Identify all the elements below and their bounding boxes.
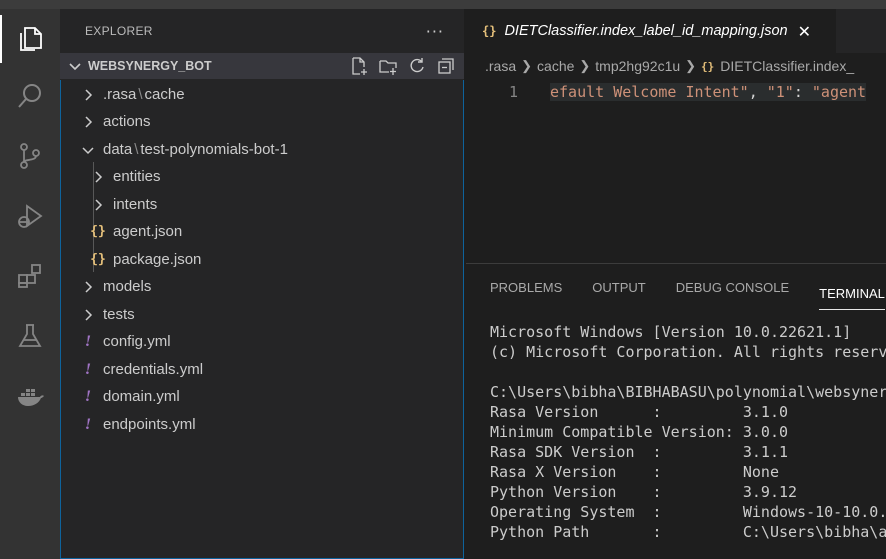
chevron-right-icon (79, 280, 97, 293)
tree-item-label: agent.json (113, 223, 183, 240)
tree-item-domain-yml[interactable]: ! domain.yml (61, 383, 463, 410)
explorer-title: EXPLORER (85, 24, 153, 38)
chevron-right-icon (79, 115, 97, 128)
yaml-file-icon: ! (84, 360, 92, 378)
tab-debug-console[interactable]: DEBUG CONSOLE (676, 264, 789, 310)
terminal-line: Rasa X Version : None (490, 463, 779, 481)
tab-label: DIETClassifier.index_label_id_mapping.js… (504, 23, 788, 39)
tree-item-data-folder[interactable]: data \ test-polynomials-bot-1 (61, 136, 463, 163)
terminal-line: Python Version : 3.9.12 (490, 483, 798, 501)
tree-item-label: models (103, 278, 152, 295)
folder-actions (349, 56, 464, 76)
workspace-folder-name: WEBSYNERGY_BOT (88, 59, 212, 73)
breadcrumb-item[interactable]: DIETClassifier.index_ (720, 58, 854, 74)
tree-item-endpoints-yml[interactable]: ! endpoints.yml (61, 411, 463, 438)
explorer-sidebar: EXPLORER ··· WEBSYNERGY_BOT .rasa \ cach… (60, 9, 465, 559)
json-file-icon: {} (701, 59, 715, 73)
breadcrumb-item[interactable]: tmp2hg92c1u (595, 58, 680, 74)
tree-item-label: domain.yml (103, 388, 180, 405)
json-file-icon: {} (482, 24, 497, 38)
tab-terminal[interactable]: TERMINAL (819, 276, 885, 310)
tree-item-config-yml[interactable]: ! config.yml (61, 328, 463, 355)
editor-tab-active[interactable]: {} DIETClassifier.index_label_id_mapping… (466, 9, 836, 53)
tree-item-label: .rasa \ cache (103, 86, 185, 103)
chevron-right-icon (89, 198, 107, 211)
tab-problems[interactable]: PROBLEMS (490, 264, 562, 310)
chevron-down-icon (79, 144, 97, 156)
new-file-icon[interactable] (349, 56, 369, 76)
new-folder-icon[interactable] (378, 56, 398, 76)
breadcrumb-item[interactable]: cache (537, 58, 574, 74)
terminal-line: Operating System : Windows-10-10.0. (490, 503, 886, 521)
json-file-icon: {} (90, 224, 106, 239)
chevron-right-icon: ❯ (685, 58, 697, 73)
json-file-icon: {} (90, 252, 106, 267)
terminal-line: Rasa SDK Version : 3.1.1 (490, 443, 789, 461)
search-icon[interactable] (0, 72, 60, 120)
collapse-all-icon[interactable] (436, 56, 456, 76)
more-actions-icon[interactable]: ··· (426, 22, 444, 41)
breadcrumb: .rasa ❯ cache ❯ tmp2hg92c1u ❯ {} DIETCla… (466, 53, 886, 79)
tree-item-label: entities (113, 168, 161, 185)
tree-item-label: actions (103, 113, 151, 130)
breadcrumb-item[interactable]: .rasa (485, 58, 516, 74)
tree-item-package-json[interactable]: {} package.json (61, 246, 463, 273)
tree-item-label: package.json (113, 251, 202, 268)
chevron-down-icon (66, 59, 84, 73)
tree-item-tests[interactable]: tests (61, 301, 463, 328)
yaml-file-icon: ! (84, 332, 92, 350)
tree-item-label: credentials.yml (103, 361, 204, 378)
chevron-right-icon: ❯ (521, 58, 533, 73)
line-number: 1 (508, 82, 518, 101)
refresh-icon[interactable] (407, 56, 427, 76)
tree-item-models[interactable]: models (61, 273, 463, 300)
code-text[interactable]: efault Welcome Intent", "1": "agent (550, 82, 867, 101)
bottom-panel: PROBLEMS OUTPUT DEBUG CONSOLE TERMINAL M… (466, 263, 886, 559)
terminal-output[interactable]: Microsoft Windows [Version 10.0.22621.1]… (490, 322, 886, 542)
tree-item-credentials-yml[interactable]: ! credentials.yml (61, 356, 463, 383)
tree-item-label: intents (113, 196, 158, 213)
editor-area: {} DIETClassifier.index_label_id_mapping… (466, 9, 886, 262)
tree-item-label: tests (103, 306, 135, 323)
tree-item-label: endpoints.yml (103, 416, 196, 433)
editor-tab-bar: {} DIETClassifier.index_label_id_mapping… (466, 9, 886, 53)
tree-item-entities[interactable]: entities (61, 163, 463, 190)
tree-item-agent-json[interactable]: {} agent.json (61, 218, 463, 245)
activity-bar (0, 9, 60, 559)
tree-item-label: data \ test-polynomials-bot-1 (103, 141, 288, 158)
terminal-line: Minimum Compatible Version: 3.0.0 (490, 423, 789, 441)
terminal-line: (c) Microsoft Corporation. All rights re… (490, 343, 886, 361)
yaml-file-icon: ! (84, 387, 92, 405)
chevron-right-icon (89, 170, 107, 183)
source-control-icon[interactable] (0, 132, 60, 180)
terminal-line: Rasa Version : 3.1.0 (490, 403, 789, 421)
testing-icon[interactable] (0, 312, 60, 360)
code-line[interactable]: 1 efault Welcome Intent", "1": "agent (466, 81, 886, 102)
explorer-header: EXPLORER ··· (60, 9, 464, 53)
chevron-right-icon (79, 308, 97, 321)
extensions-icon[interactable] (0, 252, 60, 300)
run-debug-icon[interactable] (0, 192, 60, 240)
terminal-line: Microsoft Windows [Version 10.0.22621.1] (490, 323, 852, 341)
chevron-right-icon (79, 88, 97, 101)
title-bar (0, 0, 886, 9)
tree-item-label: config.yml (103, 333, 171, 350)
files-icon[interactable] (0, 15, 60, 63)
terminal-line: C:\Users\bibha\BIBHABASU\polynomial\webs… (490, 383, 886, 401)
tree-item-rasa-cache[interactable]: .rasa \ cache (61, 81, 463, 108)
tree-item-intents[interactable]: intents (61, 191, 463, 218)
tree-item-actions[interactable]: actions (61, 108, 463, 135)
workspace-folder-header[interactable]: WEBSYNERGY_BOT (60, 53, 464, 79)
terminal-line: Python Path : C:\Users\bibha\a (490, 523, 886, 541)
tab-output[interactable]: OUTPUT (592, 264, 645, 310)
close-icon[interactable]: ✕ (798, 22, 811, 41)
panel-tabs: PROBLEMS OUTPUT DEBUG CONSOLE TERMINAL (466, 264, 886, 310)
chevron-right-icon: ❯ (579, 58, 591, 73)
yaml-file-icon: ! (84, 415, 92, 433)
docker-icon[interactable] (0, 372, 60, 420)
file-tree: .rasa \ cache actions data \ test-polynomial… (60, 80, 464, 559)
